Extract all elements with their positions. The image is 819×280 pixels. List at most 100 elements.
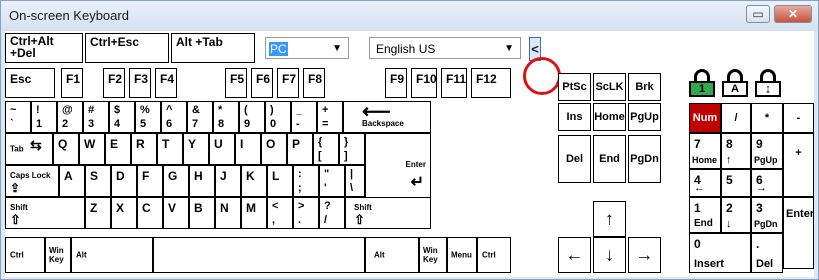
key-semicolon[interactable]: :; (293, 165, 319, 197)
key-8[interactable]: * 8 (213, 101, 239, 133)
key-home[interactable]: Home (593, 103, 626, 131)
key-break[interactable]: Brk (628, 73, 661, 101)
key-pgdn[interactable]: PgDn (628, 135, 661, 183)
key-numpad-9[interactable]: 9 PgUp (751, 133, 783, 169)
key-f6[interactable]: F6 (251, 68, 273, 98)
key-f3[interactable]: F3 (129, 68, 151, 98)
key-9[interactable]: (9 (239, 101, 265, 133)
key-numpad-multiply[interactable]: * (751, 103, 783, 133)
key-v[interactable]: V (163, 197, 189, 229)
key-right-ctrl[interactable]: Ctrl (477, 237, 511, 273)
key-numpad-0[interactable]: 0 Insert (689, 233, 751, 273)
key-k[interactable]: K (241, 165, 267, 197)
key-tab[interactable]: Tab ⇆ (5, 133, 53, 165)
key-1[interactable]: ! 1 (31, 101, 57, 133)
key-enter[interactable]: Enter ↵ (365, 133, 431, 197)
key-2[interactable]: @2 (57, 101, 83, 133)
key-r[interactable]: R (131, 133, 157, 165)
key-0[interactable]: ) 0 (265, 101, 291, 133)
key-numpad-2[interactable]: 2 ↓ (721, 197, 751, 233)
key-prtsc[interactable]: PtSc (558, 73, 591, 101)
key-l[interactable]: L (267, 165, 293, 197)
close-button[interactable]: ✕ (774, 5, 812, 23)
key-arrow-down[interactable]: ↓ (593, 237, 626, 273)
key-scrlk[interactable]: ScLK (593, 73, 626, 101)
key-insert[interactable]: Ins (558, 103, 591, 131)
key-caps-lock[interactable]: Caps Lock ⇪ (5, 165, 59, 197)
key-backslash[interactable]: | \ (345, 165, 365, 197)
key-period[interactable]: >. (293, 197, 319, 229)
key-arrow-left[interactable]: ← (558, 237, 591, 273)
key-4[interactable]: $4 (109, 101, 135, 133)
key-menu[interactable]: Menu (447, 237, 477, 273)
key-left-shift[interactable]: Shift ⇧ (5, 197, 85, 229)
key-numpad-plus[interactable]: + (783, 133, 814, 197)
key-left-ctrl[interactable]: Ctrl (5, 237, 45, 273)
alt-tab-button[interactable]: Alt +Tab (171, 33, 255, 63)
key-u[interactable]: U (209, 133, 235, 165)
key-s[interactable]: S (85, 165, 111, 197)
key-left-alt[interactable]: Alt (71, 237, 153, 273)
key-z[interactable]: Z (85, 197, 111, 229)
restore-button[interactable]: ▭ (746, 5, 770, 23)
key-w[interactable]: W (79, 133, 105, 165)
key-d[interactable]: D (111, 165, 137, 197)
key-numpad-dot[interactable]: . Del (751, 233, 783, 273)
key-y[interactable]: Y (183, 133, 209, 165)
key-numpad-divide[interactable]: / (721, 103, 751, 133)
key-x[interactable]: X (111, 197, 137, 229)
key-space[interactable] (153, 237, 365, 273)
key-f11[interactable]: F11 (441, 68, 467, 98)
key-right-bracket[interactable]: }] (339, 133, 365, 165)
ctrl-esc-button[interactable]: Ctrl+Esc (85, 33, 169, 63)
key-end[interactable]: End (593, 135, 626, 183)
key-left-win[interactable]: Win Key (45, 237, 71, 273)
key-o[interactable]: O (261, 133, 287, 165)
key-slash[interactable]: ? / (319, 197, 345, 229)
key-q[interactable]: Q (53, 133, 79, 165)
key-t[interactable]: T (157, 133, 183, 165)
key-h[interactable]: H (189, 165, 215, 197)
key-f2[interactable]: F2 (103, 68, 125, 98)
key-3[interactable]: #3 (83, 101, 109, 133)
key-numpad-1[interactable]: 1 End (689, 197, 721, 233)
key-numpad-3[interactable]: 3 PgDn (751, 197, 783, 233)
key-m[interactable]: M (241, 197, 267, 229)
key-backspace[interactable]: ⟵ Backspace (343, 101, 431, 133)
key-f10[interactable]: F10 (411, 68, 437, 98)
key-numpad-4[interactable]: 4 ← (689, 169, 721, 197)
key-g[interactable]: G (163, 165, 189, 197)
key-numpad-enter[interactable]: Enter (783, 197, 814, 269)
ctrl-alt-del-button[interactable]: Ctrl+Alt +Del (5, 33, 83, 63)
key-arrow-right[interactable]: → (628, 237, 661, 273)
key-6[interactable]: ^ 6 (161, 101, 187, 133)
key-f1[interactable]: F1 (61, 68, 83, 98)
key-f5[interactable]: F5 (225, 68, 247, 98)
key-right-shift[interactable]: Shift ⇧ (345, 197, 431, 229)
key-numpad-8[interactable]: 8 ↑ (721, 133, 751, 169)
key-7[interactable]: & 7 (187, 101, 213, 133)
key-a[interactable]: A (59, 165, 85, 197)
key-arrow-up[interactable]: ↑ (593, 201, 626, 237)
key-delete[interactable]: Del (558, 135, 591, 183)
key-numpad-5[interactable]: 5 (721, 169, 751, 197)
key-numpad-6[interactable]: 6 → (751, 169, 783, 197)
key-comma[interactable]: <, (267, 197, 293, 229)
key-b[interactable]: B (189, 197, 215, 229)
key-n[interactable]: N (215, 197, 241, 229)
key-numpad-minus[interactable]: - (783, 103, 814, 133)
key-pgup[interactable]: PgUp (628, 103, 661, 131)
key-c[interactable]: C (137, 197, 163, 229)
key-numpad-7[interactable]: 7 Home (689, 133, 721, 169)
key-left-bracket[interactable]: {[ (313, 133, 339, 165)
key-5[interactable]: % 5 (135, 101, 161, 133)
key-right-win[interactable]: Win Key (419, 237, 447, 273)
key-esc[interactable]: Esc (5, 68, 55, 98)
language-select[interactable]: English US ▼ (369, 37, 521, 59)
key-backtick[interactable]: ~ ` (5, 101, 31, 133)
key-f9[interactable]: F9 (385, 68, 407, 98)
key-numlock[interactable]: Num (689, 103, 721, 133)
key-f8[interactable]: F8 (303, 68, 325, 98)
key-j[interactable]: J (215, 165, 241, 197)
key-p[interactable]: P (287, 133, 313, 165)
